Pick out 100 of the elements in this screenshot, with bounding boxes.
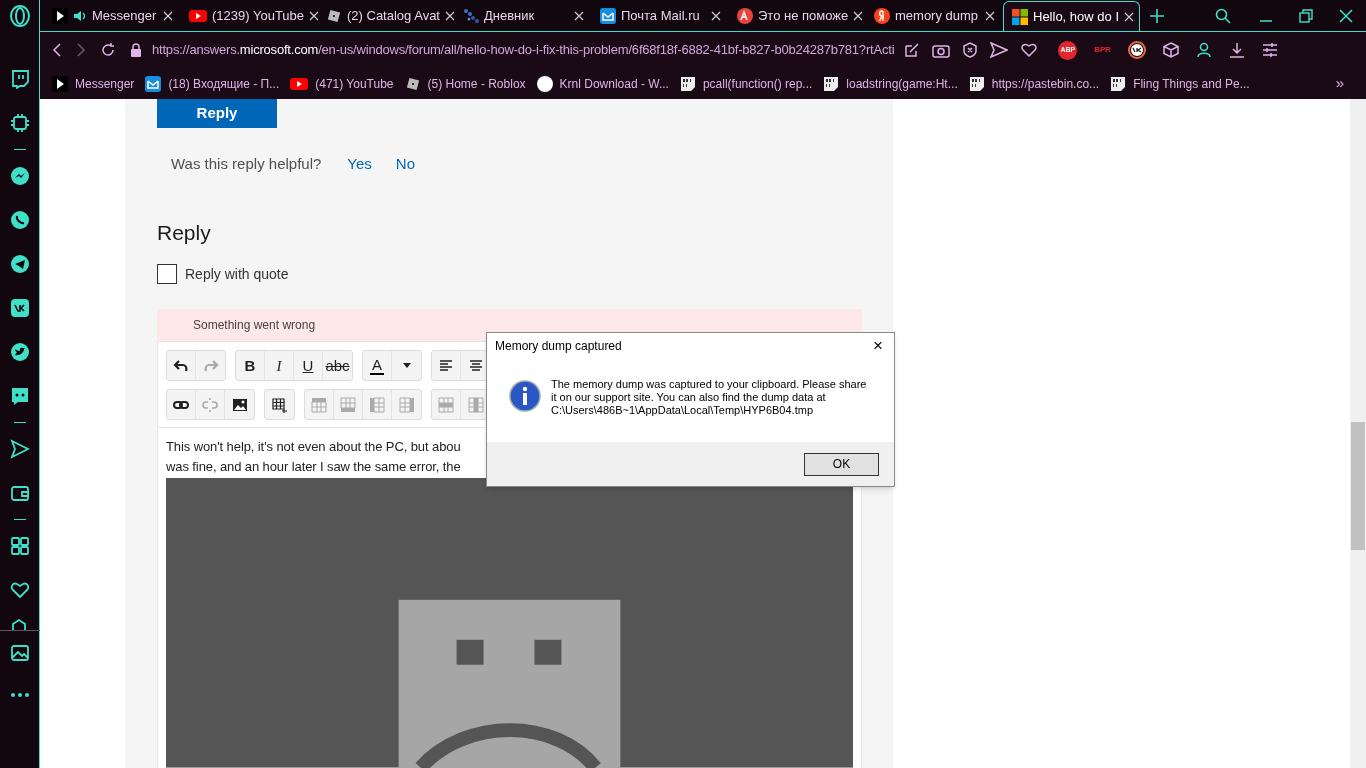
bookmark[interactable]: loadstring(game:Ht...: [823, 74, 958, 93]
circle-icon: [536, 75, 553, 92]
strikethrough-button[interactable]: abc: [323, 351, 352, 381]
close-icon[interactable]: [1124, 11, 1134, 22]
unlink-icon: [202, 396, 218, 413]
close-icon[interactable]: [445, 11, 455, 21]
camera-icon[interactable]: [932, 42, 951, 58]
play-icon: [52, 8, 68, 24]
close-icon[interactable]: [309, 11, 320, 21]
bookmark[interactable]: Messenger: [52, 74, 135, 93]
bookmark[interactable]: Krnl Download - W...: [536, 74, 669, 93]
tab-title: (2) Catalog Avat: [347, 7, 440, 26]
bookmark[interactable]: (18) Входящие - П...: [145, 74, 280, 93]
yandex-icon: [874, 8, 890, 24]
delete-row-icon: [438, 396, 454, 413]
browser-tab[interactable]: Messenger: [44, 1, 181, 31]
dots-icon: [463, 8, 479, 24]
browser-tab[interactable]: memory dump: [866, 1, 1003, 31]
error-message: Something went wrong: [193, 317, 316, 335]
address-field[interactable]: https://answers.microsoft.com/en-us/windows/forum/all/hello-how-do-i-fix-this-problem/6f68f18f-6882-41bf-b827-b0b24287b781?rtActi: [152, 40, 895, 60]
reload-icon[interactable]: [100, 42, 116, 58]
italic-button[interactable]: I: [265, 351, 294, 381]
restore-icon[interactable]: [1299, 9, 1313, 23]
checkbox-label: Reply with quote: [185, 265, 289, 284]
send-icon[interactable]: [9, 439, 30, 459]
bookmark[interactable]: (5) Home - Roblox: [404, 74, 526, 93]
grid-icon[interactable]: [9, 536, 30, 556]
reply-button[interactable]: Reply: [157, 99, 277, 129]
close-button[interactable]: ×: [868, 336, 888, 356]
text-color-button[interactable]: A: [363, 351, 392, 381]
settings-icon[interactable]: [1261, 42, 1278, 58]
heart-icon[interactable]: [1020, 42, 1039, 58]
chip-icon[interactable]: [9, 113, 30, 133]
telegram-icon[interactable]: [9, 254, 30, 274]
vk-ring-icon[interactable]: [1127, 41, 1146, 59]
wallet-icon[interactable]: [9, 483, 30, 503]
close-icon[interactable]: [711, 11, 721, 21]
lock-icon: [130, 43, 142, 57]
dialog-message: The memory dump was captured to your clipboard. Please share it on our support site. You can also find the dump data at C:\Users\486B~1\AppData\Local\Temp\HYP6B04.tmp: [551, 378, 868, 417]
whatsapp-icon[interactable]: [9, 210, 30, 230]
video-play-icon: [189, 9, 207, 23]
helpful-question: Was this reply helpful?: [171, 154, 322, 175]
insert-table-icon: [271, 396, 288, 413]
search-icon[interactable]: [1215, 8, 1231, 24]
tab-title: Дневник: [484, 7, 536, 26]
windows-logo-icon: [1012, 8, 1028, 25]
heart-icon[interactable]: [9, 580, 30, 600]
close-icon[interactable]: [163, 11, 173, 21]
more-bookmarks-button[interactable]: »: [1335, 72, 1344, 95]
bird-icon[interactable]: [9, 342, 30, 362]
browser-tab[interactable]: (2) Catalog Avat: [318, 1, 455, 31]
checkbox[interactable]: [157, 264, 177, 285]
insert-column-left-icon: [369, 396, 385, 413]
bookmark[interactable]: Fling Things and Pe...: [1110, 74, 1250, 93]
chat-icon[interactable]: [9, 69, 30, 89]
edit-icon[interactable]: [904, 42, 921, 58]
close-icon[interactable]: [985, 11, 995, 21]
browser-tab[interactable]: Дневник: [455, 1, 592, 31]
download-icon[interactable]: [1228, 42, 1245, 58]
browser-tab[interactable]: Hello, how do I: [1003, 1, 1140, 31]
translate-icon: [737, 8, 753, 24]
browser-tab[interactable]: Почта Mail.ru: [592, 1, 729, 31]
bookmark[interactable]: https://pastebin.co...: [968, 74, 1100, 93]
discord-icon[interactable]: [9, 386, 30, 406]
envelope-icon: [145, 75, 162, 92]
tab-title: Hello, how do I: [1033, 7, 1119, 26]
messenger-icon[interactable]: [9, 166, 30, 186]
align-left-icon: [438, 357, 454, 374]
bookmark[interactable]: (471) YouTube: [290, 74, 394, 93]
scrollbar-thumb[interactable]: [1351, 422, 1365, 550]
gallery-icon[interactable]: [9, 643, 30, 663]
bold-button[interactable]: B: [236, 351, 265, 381]
ok-button[interactable]: OK: [804, 452, 879, 476]
align-center-icon: [467, 357, 484, 374]
binary-file-icon: [823, 75, 840, 92]
bookmark[interactable]: pcall(function() rep...: [679, 74, 813, 93]
person-icon[interactable]: [1195, 42, 1212, 58]
binary-file-icon: [679, 75, 696, 92]
close-icon[interactable]: [1339, 9, 1353, 23]
extension-label[interactable]: BPR: [1094, 44, 1111, 56]
close-icon[interactable]: [574, 11, 584, 21]
plus-icon[interactable]: [1150, 9, 1164, 23]
more-icon[interactable]: [9, 692, 30, 698]
send-icon[interactable]: [990, 42, 1009, 58]
browser-tab[interactable]: Это не поможе: [729, 1, 866, 31]
forward-icon[interactable]: [76, 42, 86, 58]
back-icon[interactable]: [52, 42, 62, 58]
browser-tab[interactable]: (1239) YouTube: [181, 1, 318, 31]
cube-icon[interactable]: [1162, 42, 1179, 58]
tab-title: Почта Mail.ru: [621, 7, 701, 26]
underline-button[interactable]: U: [294, 351, 323, 381]
reply-text: This won't help, it's not even about the PC, but abou was fine, and an hour later I saw the same error, the: [166, 438, 461, 477]
section-heading: Reply: [157, 220, 212, 246]
yes-link[interactable]: Yes: [347, 153, 372, 176]
vk-icon[interactable]: [9, 298, 30, 318]
insert-row-below-icon: [340, 396, 356, 413]
shield-x-icon[interactable]: [962, 42, 979, 58]
ring-logo-icon[interactable]: [8, 5, 31, 27]
close-icon[interactable]: [853, 11, 864, 21]
no-link[interactable]: No: [395, 153, 416, 176]
